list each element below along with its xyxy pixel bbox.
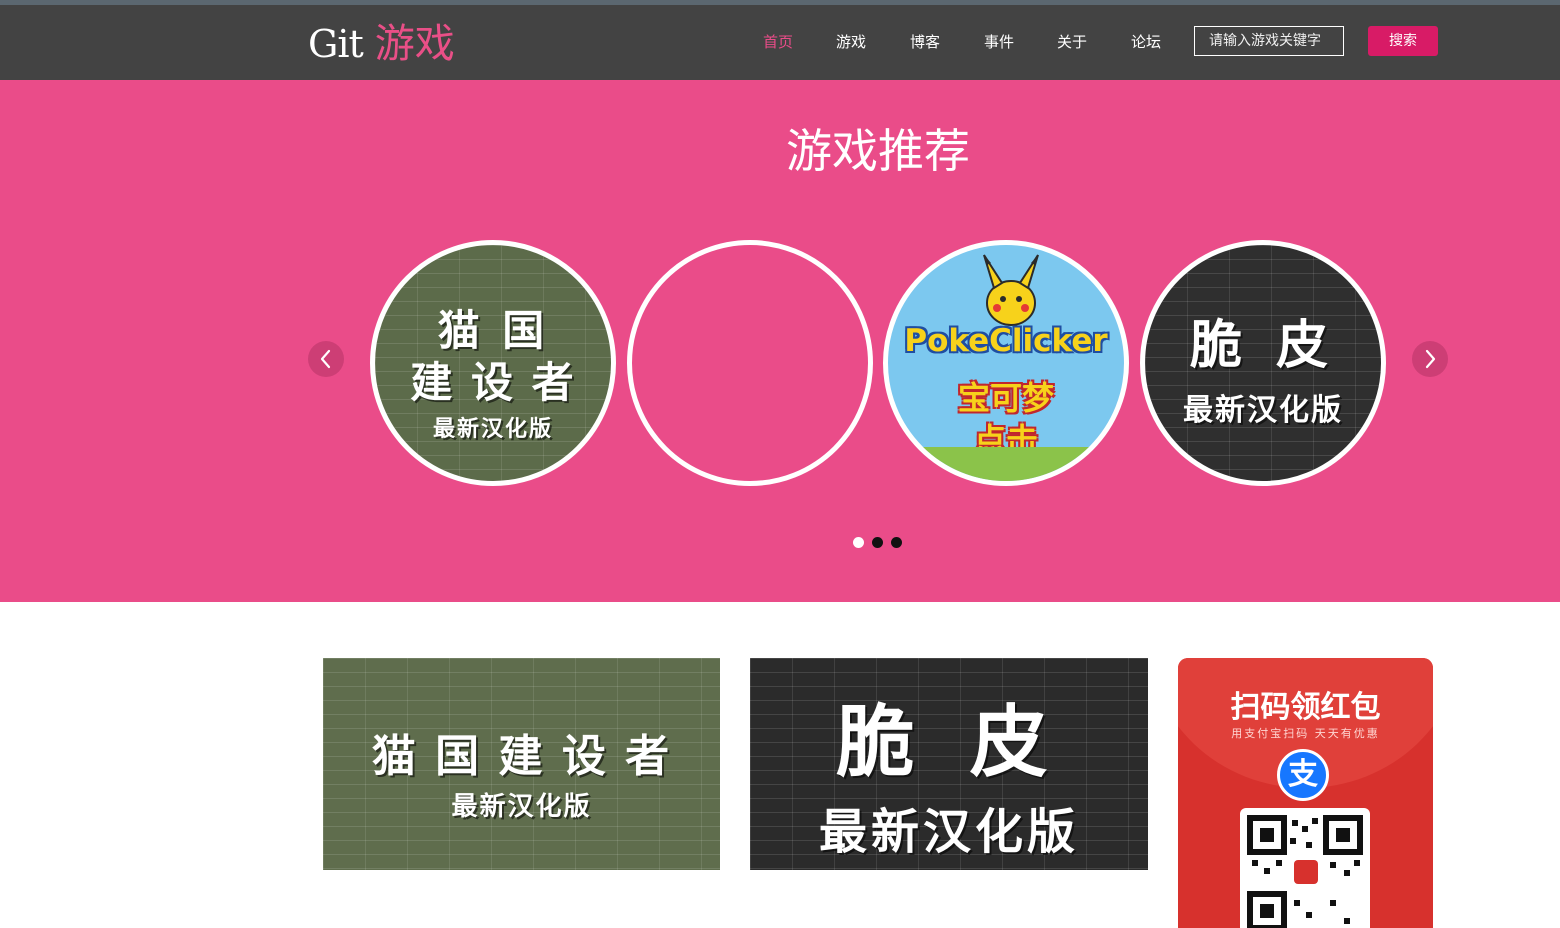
slide-tag: 最新汉化版: [1183, 393, 1343, 428]
carousel-dot-3[interactable]: [891, 537, 902, 548]
slide-tag: 最新汉化版: [432, 417, 553, 442]
slide-title-line2: 建 设 者: [410, 358, 576, 407]
carousel-next-button[interactable]: [1412, 341, 1448, 377]
search-button[interactable]: 搜索: [1368, 26, 1438, 56]
game-card-cuipi[interactable]: 脆 皮 最新汉化版: [750, 658, 1148, 870]
nav-about[interactable]: 关于: [1057, 31, 1087, 53]
redpacket-subtitle: 用支付宝扫码 天天有优惠: [1231, 727, 1380, 740]
carousel-slide-pokeclicker[interactable]: PokeClicker 宝可梦 点击: [883, 240, 1129, 486]
slide-title-en: PokeClicker: [904, 323, 1108, 359]
hero-title: 游戏推荐: [786, 124, 970, 178]
chevron-left-icon: [320, 349, 331, 369]
alipay-redpacket-ad[interactable]: 扫码领红包 用支付宝扫码 天天有优惠 支: [1178, 658, 1433, 928]
navbar: Git游戏 首页 游戏 博客 事件 关于 论坛 搜索: [0, 5, 1560, 80]
carousel-dot-1[interactable]: [853, 537, 864, 548]
nav-home[interactable]: 首页: [763, 31, 793, 53]
nav-forum[interactable]: 论坛: [1131, 31, 1161, 53]
game-card-maoguo[interactable]: 猫 国 建 设 者 最新汉化版: [323, 658, 720, 870]
nav-events[interactable]: 事件: [984, 31, 1014, 53]
chevron-right-icon: [1425, 349, 1436, 369]
card-title: 猫 国 建 设 者: [371, 731, 672, 782]
qr-code: [1240, 808, 1370, 928]
redpacket-title: 扫码领红包: [1230, 690, 1381, 725]
logo-cn-text: 游戏: [374, 21, 455, 67]
grass-decoration: [888, 447, 1124, 481]
logo-text: Git: [308, 22, 364, 66]
pikachu-icon: [983, 254, 1039, 326]
slide-title-line1: 脆 皮: [1189, 316, 1337, 376]
carousel-slide-cuipi[interactable]: 脆 皮 最新汉化版: [1140, 240, 1386, 486]
site-logo[interactable]: Git 游戏: [308, 19, 455, 69]
nav-blog[interactable]: 博客: [910, 31, 940, 53]
carousel-prev-button[interactable]: [308, 341, 344, 377]
carousel-dot-2[interactable]: [872, 537, 883, 548]
qr-code-icon: [1247, 815, 1363, 928]
card-tag: 最新汉化版: [451, 792, 592, 822]
nav-games[interactable]: 游戏: [836, 31, 866, 53]
carousel-slide-empty[interactable]: [627, 240, 873, 486]
search-input[interactable]: [1194, 26, 1344, 56]
card-title: 脆 皮: [836, 698, 1062, 788]
card-tag: 最新汉化版: [818, 804, 1079, 860]
alipay-icon: 支: [1277, 749, 1329, 801]
slide-title-line1: 宝可梦: [957, 379, 1054, 417]
carousel-slide-maoguo[interactable]: 猫 国 建 设 者 最新汉化版: [370, 240, 616, 486]
